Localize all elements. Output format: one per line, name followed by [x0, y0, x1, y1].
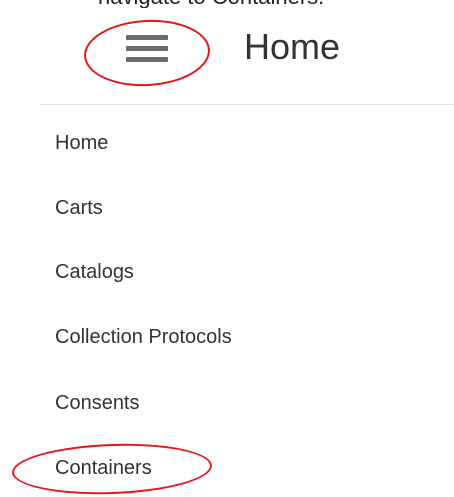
page-title: Home	[244, 26, 341, 67]
side-navigation: Home Carts Catalogs Collection Protocols…	[0, 105, 454, 494]
app-header: Home	[0, 0, 454, 100]
menu-button[interactable]	[126, 30, 170, 66]
nav-item-containers[interactable]: Containers	[55, 456, 152, 480]
nav-item-collection-protocols[interactable]: Collection Protocols	[55, 325, 232, 349]
nav-item-home[interactable]: Home	[55, 131, 108, 155]
hamburger-menu-icon[interactable]	[126, 30, 170, 66]
nav-item-catalogs[interactable]: Catalogs	[55, 260, 134, 284]
nav-item-carts[interactable]: Carts	[55, 196, 103, 220]
nav-item-consents[interactable]: Consents	[55, 391, 140, 415]
